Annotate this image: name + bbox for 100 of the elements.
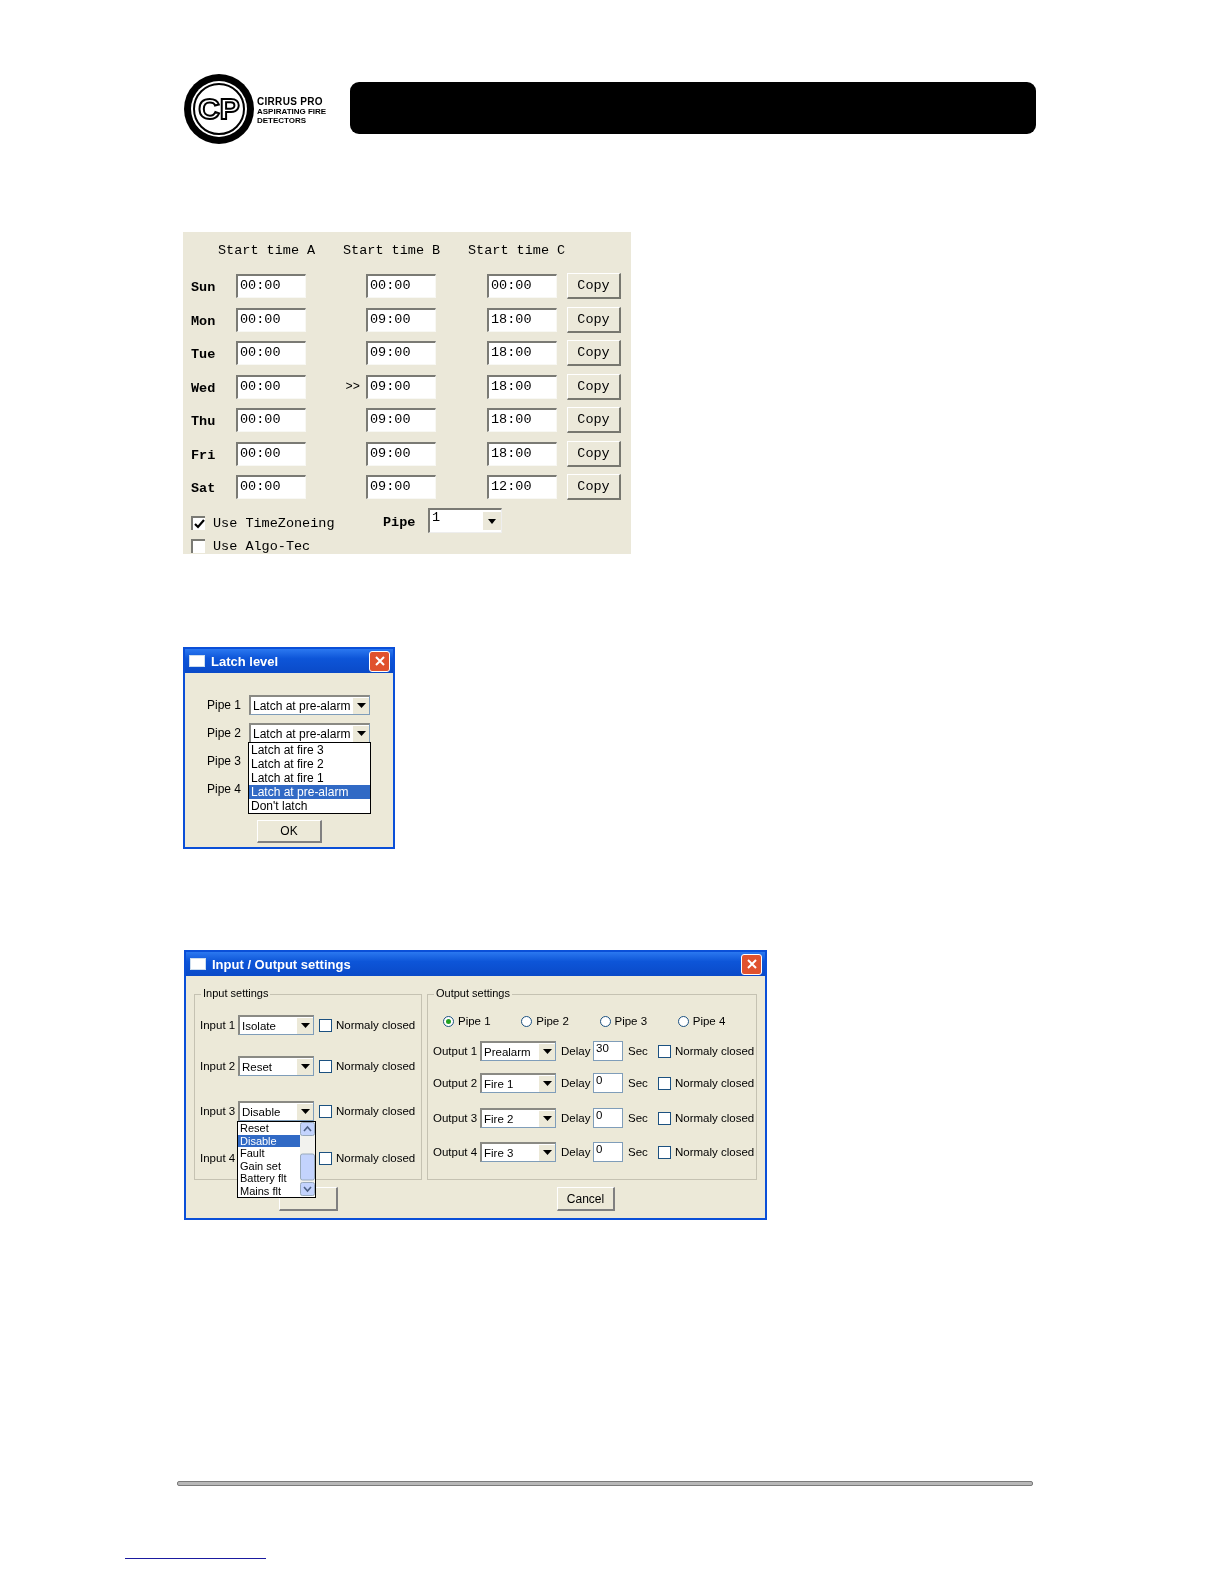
time-field[interactable]: 18:00 [487, 341, 557, 365]
delay-label: Delay [561, 1146, 592, 1158]
output-dropdown[interactable]: Fire 2 [480, 1108, 556, 1128]
checkbox[interactable] [191, 516, 205, 530]
time-field[interactable]: 00:00 [366, 274, 436, 298]
time-field[interactable]: 00:00 [236, 341, 306, 365]
input-label: Input 4 [200, 1152, 237, 1164]
column-header: Start time C [468, 243, 567, 260]
dropdown-option[interactable]: Latch at fire 1 [249, 771, 370, 785]
delay-field[interactable]: 0 [593, 1142, 623, 1162]
output-dropdown[interactable]: Fire 3 [480, 1142, 556, 1162]
checkbox[interactable] [658, 1044, 671, 1058]
caret-icon [542, 1081, 552, 1086]
dropdown-option[interactable]: Reset [238, 1122, 300, 1135]
radio-label: Pipe 4 [692, 1015, 726, 1027]
dropdown-option[interactable]: Latch at fire 3 [249, 743, 370, 757]
checkbox[interactable] [658, 1076, 671, 1090]
caret-icon [300, 1109, 310, 1114]
output-label: Output 2 [433, 1077, 479, 1089]
day-label: Thu [191, 413, 217, 429]
input-label: Input 2 [200, 1060, 237, 1072]
time-field[interactable]: 00:00 [236, 408, 306, 432]
ok-button[interactable]: OK [257, 820, 322, 843]
column-header: Start time B [343, 243, 442, 260]
checkbox[interactable] [319, 1018, 332, 1032]
radio-button[interactable] [677, 1015, 689, 1027]
time-field[interactable]: 00:00 [236, 441, 306, 466]
time-field[interactable]: 12:00 [487, 475, 557, 499]
copy-button[interactable]: Copy [567, 474, 621, 500]
time-field[interactable]: 18:00 [487, 307, 557, 332]
dropdown-option[interactable]: Battery flt [238, 1172, 300, 1185]
dropdown-option[interactable]: Gain set [238, 1159, 300, 1172]
time-field[interactable]: 00:00 [487, 274, 557, 298]
copy-button[interactable]: Copy [567, 373, 621, 400]
delay-label: Delay [561, 1077, 592, 1089]
unit-label: Sec [628, 1045, 649, 1057]
time-field[interactable]: 09:00 [366, 374, 436, 399]
pipe-dropdown[interactable]: 1 [428, 508, 502, 533]
delay-field[interactable]: 30 [593, 1041, 623, 1061]
output-label: Output 4 [433, 1146, 479, 1158]
latch-dropdown[interactable]: Latch at pre-alarm [249, 723, 370, 743]
time-field[interactable]: 00:00 [236, 274, 306, 298]
input-dropdown[interactable]: Disable [238, 1101, 314, 1121]
day-label: Sun [191, 279, 217, 295]
dropdown-option[interactable]: Mains flt [238, 1184, 300, 1197]
close-icon [373, 655, 386, 667]
close-icon [745, 958, 758, 970]
copy-button[interactable]: Copy [567, 306, 621, 333]
radio-button[interactable] [443, 1015, 454, 1027]
time-field[interactable]: 18:00 [487, 408, 557, 432]
copy-button[interactable]: Copy [567, 340, 621, 366]
delay-field[interactable]: 0 [593, 1108, 623, 1128]
delay-label: Delay [561, 1112, 592, 1124]
copy-button[interactable]: Copy [567, 273, 621, 299]
input-dropdown[interactable]: Reset [238, 1056, 314, 1076]
radio-button[interactable] [599, 1015, 611, 1027]
time-field[interactable]: 00:00 [236, 475, 306, 499]
cancel-button[interactable]: Cancel [557, 1187, 615, 1211]
time-field[interactable]: 09:00 [366, 341, 436, 365]
output-dropdown[interactable]: Fire 1 [480, 1073, 556, 1093]
close-button[interactable] [369, 650, 390, 672]
checkbox[interactable] [191, 539, 205, 553]
time-field[interactable]: 09:00 [366, 307, 436, 332]
time-field[interactable]: 18:00 [487, 374, 557, 399]
time-field[interactable]: 00:00 [236, 307, 306, 332]
time-field[interactable]: 09:00 [366, 408, 436, 432]
latch-dropdown[interactable]: Latch at pre-alarm [249, 695, 370, 715]
delay-field[interactable]: 0 [593, 1073, 623, 1093]
output-label: Output 1 [433, 1045, 479, 1057]
input-label: Input 3 [200, 1105, 237, 1117]
time-field[interactable]: 09:00 [366, 475, 436, 499]
column-header: Start time A [218, 243, 317, 260]
checkbox-label: Normaly closed [675, 1077, 755, 1089]
dropdown-option[interactable]: Don't latch [249, 799, 370, 813]
copy-button[interactable]: Copy [567, 407, 621, 433]
output-label: Output 3 [433, 1112, 479, 1124]
input-label: Input 1 [200, 1019, 237, 1031]
dropdown-option[interactable]: Latch at pre-alarm [249, 785, 370, 799]
dropdown-option[interactable]: Disable [238, 1134, 300, 1147]
checkbox[interactable] [658, 1111, 671, 1125]
dropdown-option[interactable]: Fault [238, 1147, 300, 1160]
checkbox[interactable] [319, 1104, 332, 1118]
time-field[interactable]: 18:00 [487, 441, 557, 466]
output-dropdown[interactable]: Prealarm [480, 1041, 556, 1061]
unit-label: Sec [628, 1077, 649, 1089]
checkbox[interactable] [319, 1059, 332, 1073]
checkbox-label: Normaly closed [336, 1152, 416, 1164]
dropdown-option[interactable]: Latch at fire 2 [249, 757, 370, 771]
checkbox-label: Normaly closed [336, 1060, 416, 1072]
scrollbar[interactable] [300, 1122, 315, 1196]
radio-button[interactable] [521, 1015, 533, 1027]
copy-button[interactable]: Copy [567, 440, 621, 467]
caret-icon [542, 1049, 552, 1054]
time-field[interactable]: 09:00 [366, 441, 436, 466]
close-button[interactable] [741, 953, 762, 975]
checkbox[interactable] [658, 1145, 671, 1159]
time-field[interactable]: 00:00 [236, 374, 306, 399]
input-dropdown[interactable]: Isolate [238, 1015, 314, 1035]
checkbox-label: Normaly closed [675, 1146, 755, 1158]
checkbox[interactable] [319, 1151, 332, 1165]
